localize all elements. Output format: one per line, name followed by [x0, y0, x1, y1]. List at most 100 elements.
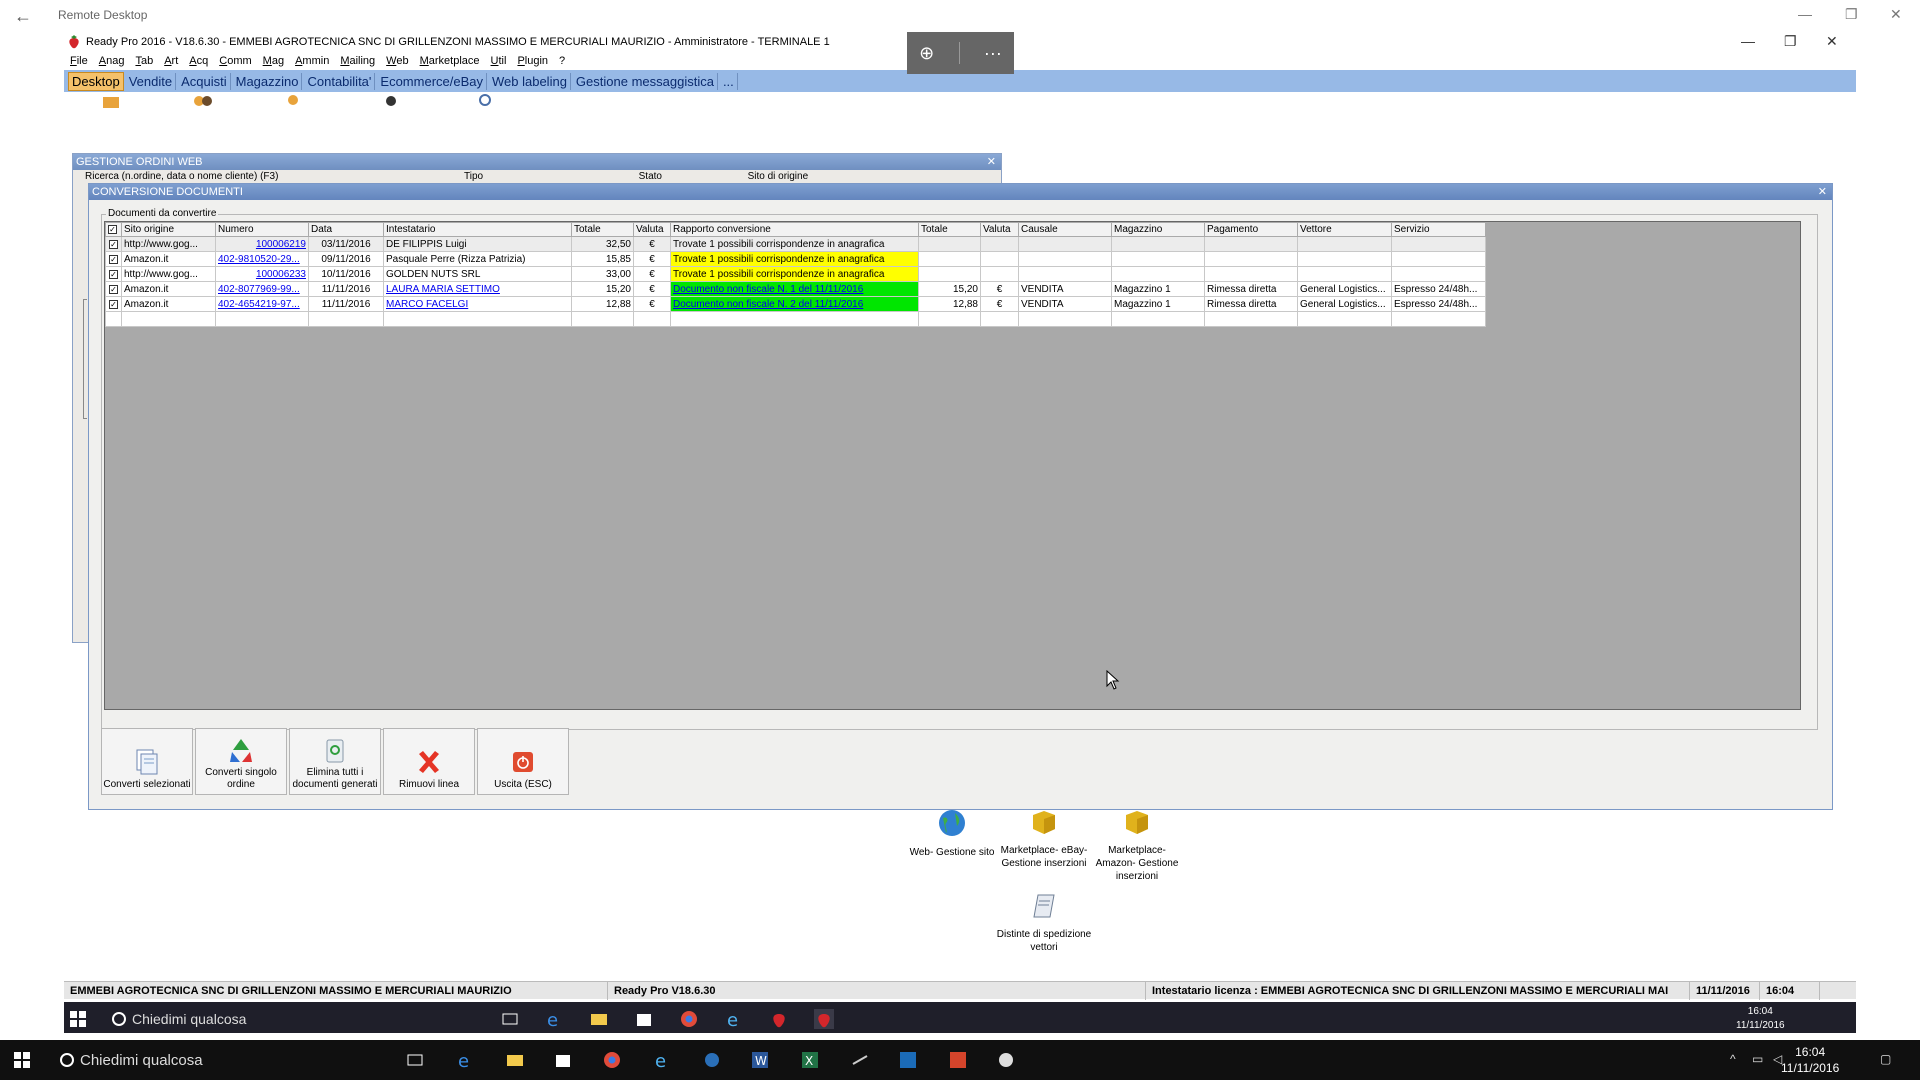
- menu-web[interactable]: Web: [386, 55, 408, 67]
- windows-start-icon[interactable]: [70, 1011, 86, 1027]
- table-row[interactable]: ✓ Amazon.it 402-9810520-29... 09/11/2016…: [105, 251, 1486, 267]
- table-row[interactable]: ✓ Amazon.it 402-4654219-97... 11/11/2016…: [105, 296, 1486, 312]
- network-icon[interactable]: ▭: [1752, 1052, 1763, 1066]
- row-checkbox[interactable]: ✓: [105, 296, 122, 312]
- column-header[interactable]: Valuta: [633, 222, 671, 237]
- column-header[interactable]: Sito origine: [121, 222, 216, 237]
- notification-icon[interactable]: ▢: [1880, 1052, 1891, 1066]
- column-header[interactable]: Data: [308, 222, 384, 237]
- cell-numero-link[interactable]: 100006233: [215, 266, 309, 282]
- tab-more[interactable]: ...: [720, 72, 738, 90]
- edge-icon[interactable]: e: [544, 1009, 564, 1029]
- tab-desktop[interactable]: Desktop: [68, 71, 124, 91]
- search-icon[interactable]: [472, 94, 494, 108]
- minimize-button[interactable]: —: [1798, 6, 1812, 22]
- rimuovi-linea-button[interactable]: Rimuovi linea: [383, 728, 475, 795]
- table-row[interactable]: ✓ http://www.gog... 100006233 10/11/2016…: [105, 266, 1486, 282]
- table-row-empty[interactable]: [105, 311, 1486, 327]
- marketplace-amazon-shortcut[interactable]: Marketplace- Amazon- Gestione inserzioni: [1087, 808, 1187, 883]
- menu-tab[interactable]: Tab: [135, 55, 153, 67]
- paint-icon[interactable]: [996, 1050, 1016, 1070]
- column-header[interactable]: Pagamento: [1204, 222, 1298, 237]
- person-icon[interactable]: [380, 94, 402, 108]
- converti-selezionati-button[interactable]: Converti selezionati: [101, 728, 193, 795]
- desktop-icon-partial[interactable]: [100, 94, 122, 108]
- cell-rapporto-link[interactable]: Documento non fiscale N. 2 del 11/11/201…: [670, 296, 919, 312]
- close-icon[interactable]: ✕: [1818, 184, 1827, 200]
- column-header[interactable]: Servizio: [1391, 222, 1486, 237]
- cell-numero-link[interactable]: 402-9810520-29...: [215, 251, 309, 267]
- marketplace-ebay-shortcut[interactable]: Marketplace- eBay- Gestione inserzioni: [994, 808, 1094, 870]
- column-header[interactable]: Totale: [571, 222, 634, 237]
- windows-start-icon[interactable]: [14, 1052, 30, 1068]
- more-icon[interactable]: ···: [984, 43, 1002, 64]
- menu-comm[interactable]: Comm: [219, 55, 251, 67]
- outlook-icon[interactable]: [702, 1050, 722, 1070]
- restore-button[interactable]: ❐: [1845, 6, 1858, 23]
- row-checkbox[interactable]: ✓: [105, 236, 122, 252]
- cell-rapporto-link[interactable]: Documento non fiscale N. 1 del 11/11/201…: [670, 281, 919, 297]
- task-view-icon[interactable]: [500, 1009, 520, 1029]
- uscita-button[interactable]: Uscita (ESC): [477, 728, 569, 795]
- cell-intestatario-link[interactable]: LAURA MARIA SETTIMO: [383, 281, 572, 297]
- app-minimize-button[interactable]: —: [1741, 33, 1755, 49]
- column-header[interactable]: Vettore: [1297, 222, 1392, 237]
- word-icon[interactable]: W: [750, 1050, 770, 1070]
- column-header[interactable]: Numero: [215, 222, 309, 237]
- column-header[interactable]: Rapporto conversione: [670, 222, 919, 237]
- menu-anag[interactable]: Anag: [99, 55, 125, 67]
- column-header[interactable]: Causale: [1018, 222, 1112, 237]
- tab-magazzino[interactable]: Magazzino: [233, 72, 303, 90]
- inner-clock[interactable]: 16:04 11/11/2016: [1736, 1005, 1785, 1033]
- close-icon[interactable]: ✕: [987, 154, 996, 170]
- select-all-checkbox[interactable]: ✓: [105, 222, 122, 237]
- table-row[interactable]: ✓ Amazon.it 402-8077969-99... 11/11/2016…: [105, 281, 1486, 297]
- menu-ammin[interactable]: Ammin: [295, 55, 329, 67]
- tab-messaggistica[interactable]: Gestione messaggistica: [573, 72, 718, 90]
- users-icon[interactable]: [192, 94, 214, 108]
- menu-plugin[interactable]: Plugin: [517, 55, 548, 67]
- menu-help[interactable]: ?: [559, 55, 565, 67]
- back-arrow-icon[interactable]: ←: [14, 6, 32, 27]
- system-clock[interactable]: 16:04 11/11/2016: [1781, 1044, 1839, 1076]
- app-close-button[interactable]: ✕: [1826, 33, 1838, 50]
- tab-acquisti[interactable]: Acquisti: [178, 72, 231, 90]
- cell-numero-link[interactable]: 100006219: [215, 236, 309, 252]
- zoom-icon[interactable]: ⊕: [919, 43, 934, 64]
- chrome-icon[interactable]: [602, 1050, 622, 1070]
- web-gestione-sito-shortcut[interactable]: Web- Gestione sito: [902, 808, 1002, 859]
- file-explorer-icon[interactable]: [589, 1009, 609, 1029]
- cortana-search-box[interactable]: Chiedimi qualcosa: [108, 1007, 408, 1031]
- documents-grid[interactable]: ✓ Sito origine Numero Data Intestatario …: [104, 221, 1801, 710]
- menu-mag[interactable]: Mag: [263, 55, 284, 67]
- elimina-documenti-button[interactable]: Elimina tutti i documenti generati: [289, 728, 381, 795]
- column-header[interactable]: Intestatario: [383, 222, 572, 237]
- menu-acq[interactable]: Acq: [189, 55, 208, 67]
- menu-util[interactable]: Util: [491, 55, 507, 67]
- menu-mailing[interactable]: Mailing: [340, 55, 375, 67]
- teamviewer-icon[interactable]: [898, 1050, 918, 1070]
- chrome-icon[interactable]: [679, 1009, 699, 1029]
- column-header[interactable]: Valuta: [980, 222, 1019, 237]
- close-button[interactable]: ✕: [1890, 6, 1902, 23]
- store-icon[interactable]: [553, 1050, 573, 1070]
- cortana-search-box[interactable]: Chiedimi qualcosa: [56, 1048, 386, 1072]
- snipping-tool-icon[interactable]: [850, 1050, 870, 1070]
- store-icon[interactable]: [634, 1009, 654, 1029]
- menu-marketplace[interactable]: Marketplace: [420, 55, 480, 67]
- file-explorer-icon[interactable]: [505, 1050, 525, 1070]
- cell-numero-link[interactable]: 402-8077969-99...: [215, 281, 309, 297]
- cell-numero-link[interactable]: 402-4654219-97...: [215, 296, 309, 312]
- menu-file[interactable]: File: [70, 55, 88, 67]
- users-icon[interactable]: [282, 94, 304, 108]
- edge-icon[interactable]: e: [455, 1050, 475, 1070]
- tab-ecommerce[interactable]: Ecommerce/eBay: [377, 72, 487, 90]
- row-checkbox[interactable]: ✓: [105, 251, 122, 267]
- tray-chevron-icon[interactable]: ^: [1730, 1052, 1736, 1066]
- menu-art[interactable]: Art: [164, 55, 178, 67]
- converti-singolo-button[interactable]: Converti singolo ordine: [195, 728, 287, 795]
- column-header[interactable]: Totale: [918, 222, 981, 237]
- row-checkbox[interactable]: ✓: [105, 266, 122, 282]
- distinte-spedizione-shortcut[interactable]: Distinte di spedizione vettori: [994, 892, 1094, 954]
- remote-desktop-icon[interactable]: [948, 1050, 968, 1070]
